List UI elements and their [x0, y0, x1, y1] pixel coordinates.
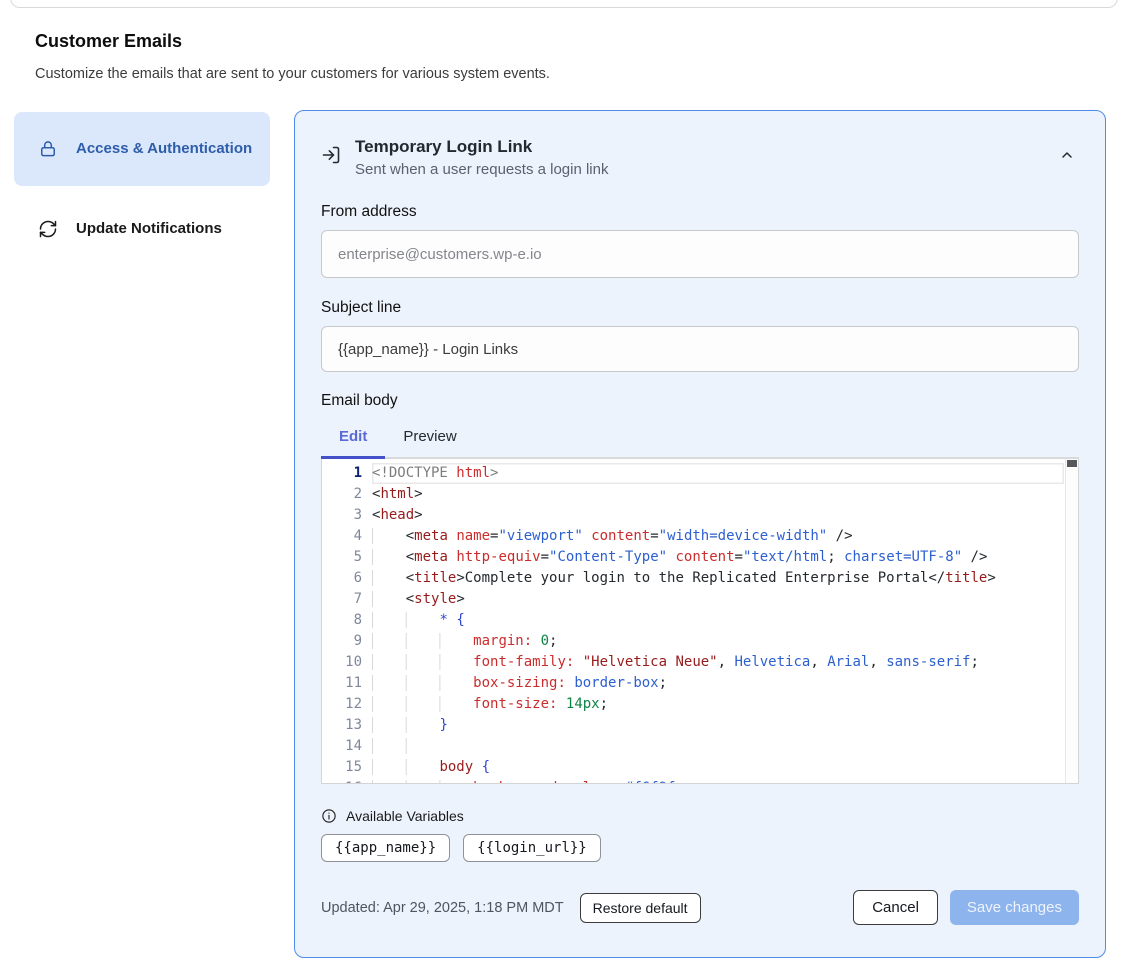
temporary-login-link-panel: Temporary Login Link Sent when a user re… — [294, 110, 1106, 958]
editor-code[interactable]: <!DOCTYPE html><html><head> <meta name="… — [372, 463, 1064, 784]
variable-chip-app-name[interactable]: {{app_name}} — [321, 834, 450, 862]
code-line[interactable]: <head> — [372, 505, 1064, 526]
save-changes-button[interactable]: Save changes — [950, 890, 1079, 925]
email-body-tabs: Edit Preview — [321, 420, 1079, 459]
subject-line-input[interactable] — [321, 326, 1079, 372]
editor-scrollbar-thumb[interactable] — [1067, 460, 1077, 467]
log-in-icon — [321, 145, 341, 165]
cancel-button[interactable]: Cancel — [853, 890, 938, 925]
sidebar-item-label: Access & Authentication — [76, 137, 252, 161]
collapse-button[interactable] — [1055, 143, 1079, 167]
page-title: Customer Emails — [35, 31, 182, 52]
tab-preview[interactable]: Preview — [385, 420, 474, 457]
code-line[interactable]: } — [372, 715, 1064, 736]
tab-edit[interactable]: Edit — [321, 420, 385, 457]
panel-header: Temporary Login Link Sent when a user re… — [321, 135, 1079, 181]
from-address-input[interactable] — [321, 230, 1079, 278]
sidebar: Access & Authentication Update Notificat… — [14, 112, 270, 252]
refresh-icon — [38, 219, 58, 239]
available-variables-row: Available Variables — [321, 808, 1079, 824]
lock-icon — [38, 139, 58, 159]
code-line[interactable]: <html> — [372, 484, 1064, 505]
code-line[interactable]: <style> — [372, 589, 1064, 610]
code-line[interactable]: box-sizing: border-box; — [372, 673, 1064, 694]
code-line[interactable]: <title>Complete your login to the Replic… — [372, 568, 1064, 589]
variable-chip-login-url[interactable]: {{login_url}} — [463, 834, 601, 862]
page-subtitle: Customize the emails that are sent to yo… — [35, 66, 550, 82]
from-address-label: From address — [321, 203, 1079, 221]
variable-chips: {{app_name}} {{login_url}} — [321, 834, 1079, 862]
subject-line-label: Subject line — [321, 299, 1079, 317]
restore-default-button[interactable]: Restore default — [580, 893, 701, 923]
code-line[interactable]: font-size: 14px; — [372, 694, 1064, 715]
sidebar-item-label: Update Notifications — [76, 217, 222, 241]
code-line[interactable]: font-family: "Helvetica Neue", Helvetica… — [372, 652, 1064, 673]
code-line[interactable]: margin: 0; — [372, 631, 1064, 652]
code-editor[interactable]: 12345678910111213141516 <!DOCTYPE html><… — [321, 459, 1079, 784]
email-body-label: Email body — [321, 392, 1079, 410]
panel-header-text: Temporary Login Link Sent when a user re… — [355, 135, 608, 181]
code-line[interactable]: <!DOCTYPE html> — [372, 463, 1064, 484]
code-line[interactable]: background-color: #f6f9fc; — [372, 778, 1064, 784]
panel-title: Temporary Login Link — [355, 135, 608, 159]
panel-footer: Updated: Apr 29, 2025, 1:18 PM MDT Resto… — [321, 890, 1079, 925]
chevron-up-icon — [1059, 147, 1075, 163]
code-line[interactable]: <meta http-equiv="Content-Type" content=… — [372, 547, 1064, 568]
sidebar-item-update-notifications[interactable]: Update Notifications — [14, 206, 270, 252]
info-icon — [321, 808, 337, 824]
available-variables-label: Available Variables — [346, 808, 464, 824]
updated-timestamp: Updated: Apr 29, 2025, 1:18 PM MDT — [321, 900, 564, 916]
editor-gutter: 12345678910111213141516 — [322, 463, 362, 784]
code-line[interactable]: body { — [372, 757, 1064, 778]
editor-scrollbar — [1065, 459, 1078, 783]
code-line[interactable]: <meta name="viewport" content="width=dev… — [372, 526, 1064, 547]
panel-subtitle: Sent when a user requests a login link — [355, 159, 608, 181]
previous-card-bottom-edge — [10, 0, 1118, 8]
code-line[interactable]: * { — [372, 610, 1064, 631]
sidebar-item-access-authentication[interactable]: Access & Authentication — [14, 112, 270, 186]
code-line[interactable] — [372, 736, 1064, 757]
